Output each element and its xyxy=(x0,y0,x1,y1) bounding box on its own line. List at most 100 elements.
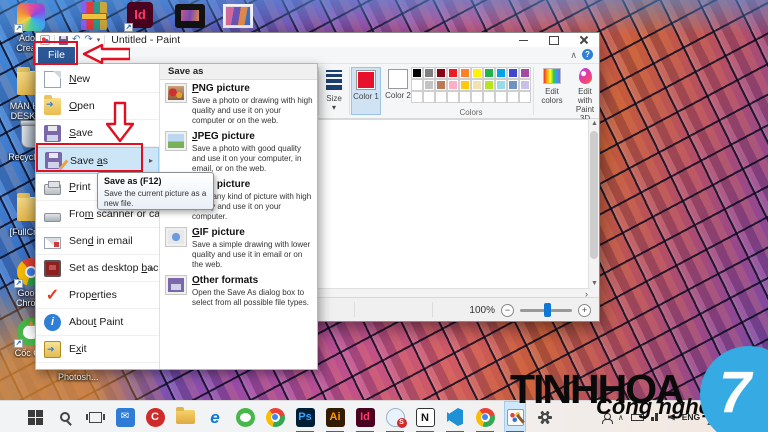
people-tray-icon[interactable] xyxy=(602,413,611,422)
palette-color-swatch[interactable] xyxy=(471,79,483,91)
indesign-icon[interactable]: Id xyxy=(354,401,376,432)
qat-dropdown-icon[interactable]: ▾ xyxy=(97,36,101,44)
coccoc-taskbar-icon[interactable] xyxy=(234,401,256,432)
palette-empty-swatch[interactable] xyxy=(495,91,507,103)
palette-color-swatch[interactable] xyxy=(411,67,423,79)
vscroll-thumb[interactable] xyxy=(590,131,598,259)
badged-app-icon[interactable]: S xyxy=(384,401,406,432)
browser-icon[interactable] xyxy=(474,401,496,432)
palette-empty-swatch[interactable] xyxy=(447,91,459,103)
edit-with-paint3d-button[interactable]: Edit with Paint 3D xyxy=(571,68,599,123)
submenu-item-title: PNG picture xyxy=(192,83,313,95)
winrar-icon[interactable] xyxy=(68,2,120,30)
chrome-taskbar-icon[interactable] xyxy=(264,401,286,432)
paint-taskbar-button[interactable] xyxy=(504,401,526,432)
palette-empty-swatch[interactable] xyxy=(435,91,447,103)
palette-color-swatch[interactable] xyxy=(483,67,495,79)
file-explorer-icon[interactable] xyxy=(174,401,196,432)
palette-color-swatch[interactable] xyxy=(447,67,459,79)
photoshop-icon[interactable]: Ps xyxy=(294,401,316,432)
coccoc-taskbar-glyph xyxy=(236,408,255,427)
menu-item-exit[interactable]: Exit xyxy=(36,336,159,363)
menu-item-new[interactable]: New xyxy=(36,66,159,93)
settings-icon[interactable] xyxy=(534,401,556,432)
palette-color-swatch[interactable] xyxy=(519,79,531,91)
task-view-button[interactable] xyxy=(84,401,106,432)
palette-color-swatch[interactable] xyxy=(411,79,423,91)
palette-empty-swatch[interactable] xyxy=(459,91,471,103)
vertical-scrollbar[interactable]: ▲ ▼ xyxy=(588,119,599,299)
about-info-icon: i xyxy=(44,314,61,331)
minimize-button[interactable] xyxy=(509,33,539,47)
action-center-icon[interactable] xyxy=(752,412,762,423)
ccleaner-icon[interactable]: C xyxy=(144,401,166,432)
menu-item-set-as-desktop-background[interactable]: Set as desktop background▸ xyxy=(36,255,159,282)
maximize-button[interactable] xyxy=(539,33,569,47)
notion-icon[interactable]: N xyxy=(414,401,436,432)
palette-color-swatch[interactable] xyxy=(507,79,519,91)
language-indicator[interactable]: ENG xyxy=(682,412,700,422)
palette-color-swatch[interactable] xyxy=(447,79,459,91)
menu-item-properties[interactable]: ✓Properties xyxy=(36,282,159,309)
size-dropdown-icon: ▾ xyxy=(321,103,347,112)
photoshop-desktop-label[interactable]: Photosh... xyxy=(58,372,99,382)
palette-color-swatch[interactable] xyxy=(435,67,447,79)
palette-color-swatch[interactable] xyxy=(507,67,519,79)
paint3d-icon xyxy=(579,68,592,84)
vscode-icon[interactable] xyxy=(444,401,466,432)
clock[interactable]: 5:0 21/8/2021 xyxy=(707,407,745,427)
winrar-icon-art xyxy=(81,2,107,30)
scroll-down-icon[interactable]: ▼ xyxy=(589,280,600,287)
palette-color-swatch[interactable] xyxy=(495,79,507,91)
color1-selector[interactable]: Color 1 xyxy=(351,67,381,115)
zoom-slider-thumb[interactable] xyxy=(544,303,551,317)
submenu-item-gif-picture[interactable]: GIF pictureSave a simple drawing with lo… xyxy=(160,224,317,272)
edit-colors-button[interactable]: Edit colors xyxy=(535,68,569,105)
help-icon[interactable]: ? xyxy=(582,49,593,60)
submenu-item-other-formats[interactable]: Other formatsOpen the Save As dialog box… xyxy=(160,272,317,310)
palette-color-swatch[interactable] xyxy=(495,67,507,79)
image-file-icon-light[interactable] xyxy=(212,4,264,32)
palette-color-swatch[interactable] xyxy=(459,79,471,91)
zoom-in-button[interactable]: + xyxy=(578,304,591,317)
menu-item-about-paint[interactable]: iAbout Paint xyxy=(36,309,159,336)
submenu-item-png-picture[interactable]: PNG pictureSave a photo or drawing with … xyxy=(160,80,317,128)
palette-color-swatch[interactable] xyxy=(483,79,495,91)
palette-empty-swatch[interactable] xyxy=(423,91,435,103)
palette-color-swatch[interactable] xyxy=(423,79,435,91)
palette-color-swatch[interactable] xyxy=(471,67,483,79)
palette-empty-swatch[interactable] xyxy=(519,91,531,103)
edge-icon[interactable]: e xyxy=(204,401,226,432)
submenu-item-jpeg-picture[interactable]: JPEG pictureSave a photo with good quali… xyxy=(160,128,317,176)
zoom-slider[interactable] xyxy=(520,309,572,312)
palette-color-swatch[interactable] xyxy=(459,67,471,79)
palette-color-swatch[interactable] xyxy=(519,67,531,79)
tray-time: 5:0 xyxy=(707,407,745,417)
palette-color-swatch[interactable] xyxy=(435,79,447,91)
mail-icon[interactable]: ✉ xyxy=(114,401,136,432)
hidden-icons-chevron-icon[interactable]: ∧ xyxy=(618,413,624,422)
palette-empty-swatch[interactable] xyxy=(483,91,495,103)
network-icon[interactable] xyxy=(651,413,661,421)
email-icon xyxy=(44,237,61,249)
start-button[interactable] xyxy=(24,401,46,432)
menu-item-open[interactable]: Open xyxy=(36,93,159,120)
image-file-icon-dark[interactable] xyxy=(164,4,216,32)
illustrator-icon[interactable]: Ai xyxy=(324,401,346,432)
color2-selector[interactable]: Color 2 xyxy=(383,67,413,115)
size-tool[interactable]: Size ▾ xyxy=(321,68,347,112)
palette-empty-swatch[interactable] xyxy=(507,91,519,103)
menu-item-send-in-email[interactable]: Send in email xyxy=(36,228,159,255)
zoom-out-button[interactable]: − xyxy=(501,304,514,317)
collapse-ribbon-icon[interactable]: ∧ xyxy=(570,50,577,61)
palette-empty-swatch[interactable] xyxy=(411,91,423,103)
close-button[interactable] xyxy=(569,33,599,47)
volume-icon[interactable] xyxy=(668,414,675,421)
battery-icon[interactable] xyxy=(631,414,644,421)
scroll-up-icon[interactable]: ▲ xyxy=(589,120,600,127)
search-button[interactable] xyxy=(54,401,76,432)
palette-empty-swatch[interactable] xyxy=(471,91,483,103)
indesign-desktop-icon[interactable]: Id↗ xyxy=(116,2,168,30)
taskbar: ✉ Ce Ps Ai Id SN ∧ ENG 5:0 21/8/2021 xyxy=(0,400,768,432)
palette-color-swatch[interactable] xyxy=(423,67,435,79)
